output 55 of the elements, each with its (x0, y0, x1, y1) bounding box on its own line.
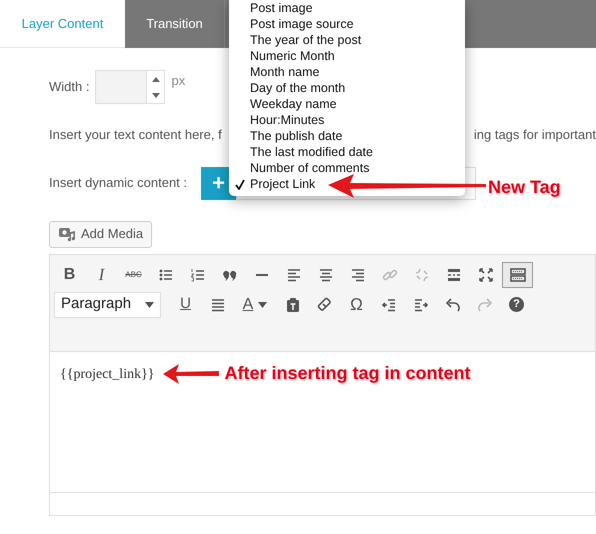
menu-item[interactable]: The last modified date (229, 144, 465, 160)
format-button[interactable]: U (170, 292, 201, 318)
redo-icon (476, 296, 492, 312)
width-label: Width : (49, 78, 90, 96)
horizontal-line-icon (256, 274, 268, 276)
check-icon (235, 179, 245, 190)
list-icon (158, 266, 174, 282)
text-color-letter: A (242, 294, 254, 314)
broken-link-icon (414, 266, 430, 282)
caret-icon (145, 302, 154, 308)
caret-icon (258, 302, 268, 308)
toolbar-toggle-button[interactable] (502, 262, 533, 288)
annotation-text: After inserting tag in content (224, 362, 471, 385)
unit-label: px (171, 72, 186, 90)
editor-content-text: {{project_link}} (60, 366, 155, 384)
align-left-icon (286, 266, 302, 282)
number-spinner[interactable] (147, 70, 166, 104)
menu-item[interactable]: Hour:Minutes (229, 112, 465, 128)
indent-icon (412, 296, 428, 312)
annotation-text: New Tag (488, 176, 561, 199)
menu-item[interactable]: Month name (229, 64, 465, 80)
menu-item[interactable]: Weekday name (229, 96, 465, 112)
eraser-icon (316, 296, 332, 312)
add-media-button[interactable]: Add Media (49, 220, 152, 248)
menu-item[interactable]: Day of the month (229, 80, 465, 96)
align-center-icon (318, 266, 334, 282)
clipboard-icon (284, 296, 300, 312)
menu-item[interactable]: The year of the post (229, 32, 465, 48)
format-button[interactable]: Ω (341, 292, 372, 318)
width-field[interactable] (95, 70, 148, 104)
keyboard-icon (510, 266, 526, 282)
annotation-arrow (162, 362, 219, 384)
media-icon (58, 226, 76, 242)
format-button[interactable]: ABC (118, 262, 149, 288)
read-more-icon (446, 266, 462, 282)
menu-item[interactable]: Numeric Month (229, 48, 465, 64)
format-button[interactable]: I (86, 262, 117, 288)
fullscreen-icon (478, 266, 494, 282)
hint-text: Insert your text content here, f (49, 126, 222, 144)
up-icon (152, 76, 160, 82)
dynamic-content-label: Insert dynamic content : (49, 174, 188, 192)
menu-item[interactable]: Post image (229, 0, 465, 16)
undo-icon (444, 296, 460, 312)
format-button[interactable]: B (54, 262, 85, 288)
menu-item[interactable]: The publish date (229, 128, 465, 144)
help-button[interactable]: ? (501, 292, 532, 318)
justify-icon (210, 296, 226, 312)
format-select[interactable]: Paragraph (54, 292, 161, 318)
align-right-icon (350, 266, 366, 282)
numbered-list-icon (190, 266, 206, 282)
outdent-icon (380, 296, 396, 312)
hint-text: ing tags for important (474, 126, 596, 144)
text-color-button[interactable]: A (234, 292, 276, 318)
menu-item[interactable]: Post image source (229, 16, 465, 32)
down-icon (152, 92, 160, 98)
